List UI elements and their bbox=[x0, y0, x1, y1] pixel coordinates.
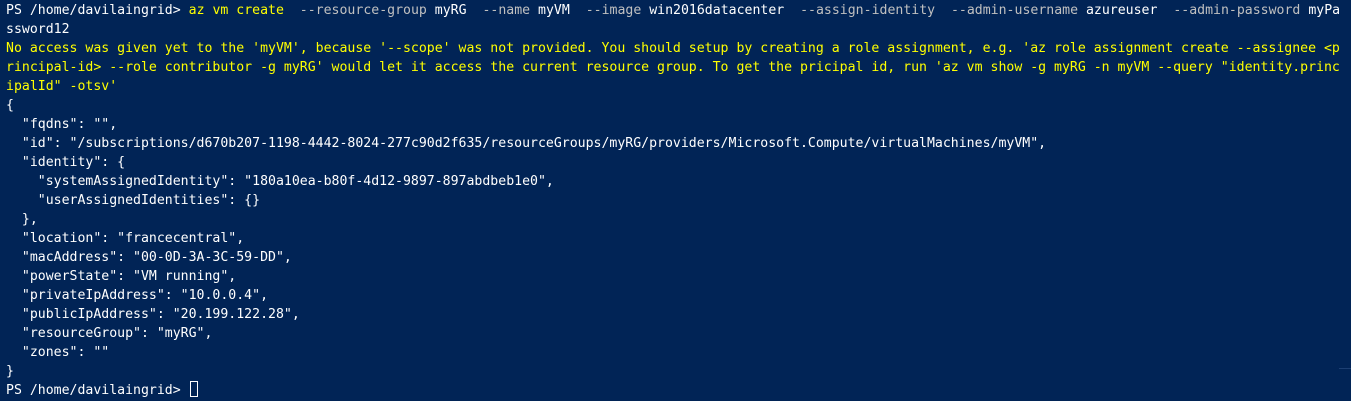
flag-name: --name bbox=[482, 3, 531, 18]
scroll-marker bbox=[1339, 368, 1351, 369]
value-resource-group: myRG bbox=[434, 3, 467, 18]
output-line: "identity": { bbox=[6, 155, 126, 170]
flag-image: --image bbox=[585, 3, 642, 18]
command-wrap-line: ssword12 bbox=[6, 22, 70, 37]
output-line: "macAddress": "00-0D-3A-3C-59-DD", bbox=[6, 250, 292, 265]
warning-line-3: ipalId" -otsv' bbox=[6, 79, 118, 94]
command-exe: az vm create bbox=[188, 3, 284, 18]
output-line: "userAssignedIdentities": {} bbox=[6, 193, 261, 208]
value-admin-password: myPa bbox=[1308, 3, 1341, 18]
output-line: "systemAssignedIdentity": "180a10ea-b80f… bbox=[6, 174, 554, 189]
output-line: "publicIpAddress": "20.199.122.28", bbox=[6, 307, 300, 322]
flag-admin-username: --admin-username bbox=[950, 3, 1079, 18]
warning-line-1: No access was given yet to the 'myVM', b… bbox=[6, 41, 1340, 56]
warning-line-2: rincipal-id> --role contributor -g myRG'… bbox=[6, 60, 1340, 75]
text-cursor[interactable] bbox=[189, 381, 198, 397]
output-line: }, bbox=[6, 212, 38, 227]
value-admin-username: azureuser bbox=[1085, 3, 1158, 18]
output-line: "powerState": "VM running", bbox=[6, 269, 237, 284]
value-name: myVM bbox=[538, 3, 570, 18]
flag-resource-group: --resource-group bbox=[299, 3, 427, 18]
output-line: "privateIpAddress": "10.0.0.4", bbox=[6, 288, 269, 303]
command-line: PS /home/davilaingrid> az vm create --re… bbox=[6, 1, 1351, 20]
value-image: win2016datacenter bbox=[649, 3, 785, 18]
shell-prompt: PS /home/davilaingrid> bbox=[6, 3, 189, 18]
output-line: "location": "francecentral", bbox=[6, 231, 245, 246]
output-line: } bbox=[6, 364, 14, 379]
flag-admin-password: --admin-password bbox=[1173, 3, 1301, 18]
output-line: { bbox=[6, 98, 14, 113]
output-line: "id": "/subscriptions/d670b207-1198-4442… bbox=[6, 136, 1047, 151]
powershell-terminal[interactable]: PS /home/davilaingrid> az vm create --re… bbox=[0, 0, 1351, 401]
output-line: "zones": "" bbox=[6, 345, 110, 360]
output-line: "fqdns": "", bbox=[6, 117, 118, 132]
flag-assign-identity: --assign-identity bbox=[800, 3, 936, 18]
input-line[interactable]: PS /home/davilaingrid> bbox=[6, 381, 1351, 400]
output-line: "resourceGroup": "myRG", bbox=[6, 326, 213, 341]
shell-prompt: PS /home/davilaingrid> bbox=[6, 383, 189, 398]
